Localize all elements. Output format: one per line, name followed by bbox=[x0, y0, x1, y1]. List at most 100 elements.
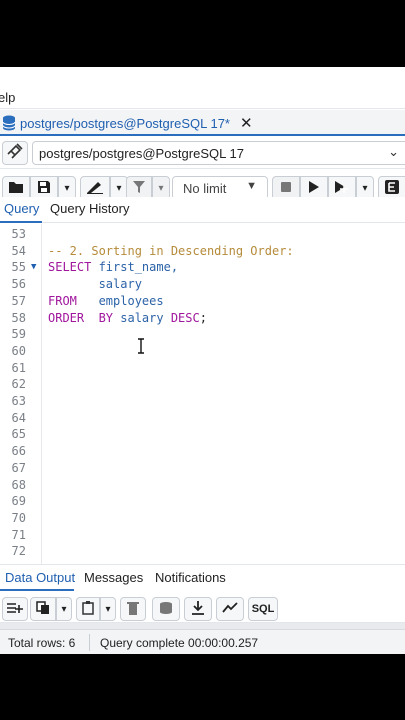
sql-button[interactable]: SQL bbox=[248, 597, 278, 621]
database-save-icon bbox=[159, 601, 173, 618]
tab-query[interactable]: Query bbox=[4, 201, 39, 216]
folder-icon bbox=[8, 180, 24, 197]
code-token: ; bbox=[199, 310, 207, 325]
connection-value: postgres/postgres@PostgreSQL 17 bbox=[39, 145, 244, 161]
line-number: 67 bbox=[11, 460, 26, 475]
line-number: 72 bbox=[11, 544, 26, 559]
code-token: -- 2. Sorting in Descending Order: bbox=[48, 243, 294, 258]
line-number: 56 bbox=[11, 277, 26, 292]
line-number: 62 bbox=[11, 377, 26, 392]
active-tab-indicator bbox=[0, 221, 42, 223]
code-token: ORDER BY bbox=[48, 310, 114, 325]
line-number: 58 bbox=[11, 310, 26, 325]
paste-options-button[interactable]: ▾ bbox=[100, 597, 116, 621]
editor-tabs: Query Query History bbox=[0, 197, 405, 223]
line-number: 65 bbox=[11, 427, 26, 442]
copy-button[interactable] bbox=[30, 597, 56, 621]
line-number: 55 bbox=[11, 260, 26, 275]
tab-messages[interactable]: Messages bbox=[84, 570, 143, 585]
download-icon bbox=[191, 600, 205, 618]
line-number: 64 bbox=[11, 410, 26, 425]
editor-line: 63 bbox=[0, 393, 405, 410]
line-number: 68 bbox=[11, 477, 26, 492]
tab-bar: postgres/postgres@PostgreSQL 17* ✕ bbox=[0, 110, 405, 136]
fold-toggle-icon[interactable]: ▼ bbox=[31, 259, 36, 276]
line-number: 54 bbox=[11, 243, 26, 258]
line-number: 57 bbox=[11, 293, 26, 308]
editor-line: 67 bbox=[0, 460, 405, 477]
code-text: SELECT first_name, bbox=[48, 259, 178, 276]
menu-help[interactable]: elp bbox=[0, 90, 15, 105]
save-data-button[interactable] bbox=[152, 597, 180, 621]
editor-line: 58 ORDER BY salary DESC; bbox=[0, 310, 405, 327]
tab-notifications[interactable]: Notifications bbox=[155, 570, 226, 585]
tab-query-tool[interactable]: postgres/postgres@PostgreSQL 17* ✕ bbox=[2, 110, 253, 136]
line-number: 63 bbox=[11, 394, 26, 408]
connection-select[interactable]: postgres/postgres@PostgreSQL 17 ⌄ bbox=[32, 141, 405, 165]
status-bar: Total rows: 6 Query complete 00:00:00.25… bbox=[0, 629, 405, 654]
status-separator bbox=[89, 634, 90, 651]
editor-line: 72 bbox=[0, 543, 405, 560]
trash-icon bbox=[127, 601, 139, 618]
line-number: 60 bbox=[11, 343, 26, 358]
editor-line: 59 bbox=[0, 326, 405, 343]
chevron-down-icon: ▾ bbox=[158, 182, 164, 194]
editor-line: 60 bbox=[0, 343, 405, 360]
editor-line: 54 -- 2. Sorting in Descending Order: bbox=[0, 243, 405, 260]
chevron-down-icon: ⌄ bbox=[388, 144, 399, 159]
chevron-down-icon: ▼ bbox=[246, 180, 257, 192]
chevron-down-icon: ▾ bbox=[105, 603, 111, 615]
filter-icon bbox=[132, 180, 146, 197]
limit-value: No limit bbox=[183, 180, 227, 196]
code-text: FROM employees bbox=[48, 293, 164, 310]
chevron-down-icon: ▾ bbox=[362, 182, 368, 194]
pgadmin-query-tool: elp postgres/postgres@PostgreSQL 17* ✕ p… bbox=[0, 67, 405, 654]
add-row-button[interactable] bbox=[2, 597, 28, 621]
chevron-down-icon: ▾ bbox=[116, 182, 122, 194]
editor-line: 55 ▼ SELECT first_name, bbox=[0, 259, 405, 276]
code-token: SELECT bbox=[48, 260, 92, 275]
code-token: salary bbox=[48, 277, 142, 292]
line-number: 66 bbox=[11, 444, 26, 459]
close-icon[interactable]: ✕ bbox=[240, 114, 253, 132]
connection-bar: postgres/postgres@PostgreSQL 17 ⌄ bbox=[0, 139, 405, 169]
add-row-icon bbox=[7, 602, 23, 617]
tab-data-output[interactable]: Data Output bbox=[5, 570, 75, 585]
output-tabs: Data Output Messages Notifications bbox=[0, 564, 405, 591]
chevron-down-icon: ▾ bbox=[61, 603, 67, 615]
copy-icon bbox=[36, 600, 50, 618]
sql-label: SQL bbox=[251, 603, 275, 615]
tab-query-history[interactable]: Query History bbox=[50, 201, 129, 216]
connection-status-button[interactable] bbox=[2, 141, 28, 165]
explain-icon bbox=[385, 179, 399, 197]
code-text: ORDER BY salary DESC; bbox=[48, 310, 207, 327]
play-script-icon bbox=[335, 180, 349, 196]
tab-title: postgres/postgres@PostgreSQL 17* bbox=[20, 115, 230, 131]
editor-line: 62 bbox=[0, 376, 405, 393]
save-icon bbox=[37, 180, 51, 197]
line-chart-icon bbox=[222, 601, 238, 617]
copy-options-button[interactable]: ▾ bbox=[56, 597, 72, 621]
text-cursor-icon bbox=[137, 338, 145, 354]
code-token: DESC bbox=[170, 310, 200, 325]
download-button[interactable] bbox=[184, 597, 212, 621]
paste-button[interactable] bbox=[76, 597, 100, 621]
code-token: FROM bbox=[48, 293, 77, 308]
query-status: Query complete 00:00:00.257 bbox=[100, 636, 259, 650]
editor-line: 53 bbox=[0, 226, 405, 243]
line-number: 69 bbox=[11, 494, 26, 509]
plug-icon bbox=[7, 142, 23, 164]
code-text: salary bbox=[48, 276, 142, 293]
output-toolbar: ▾ ▾ SQL bbox=[0, 593, 405, 623]
delete-button[interactable] bbox=[120, 597, 146, 621]
line-number: 71 bbox=[11, 527, 26, 542]
line-number: 70 bbox=[11, 510, 26, 525]
editor-line: 70 bbox=[0, 510, 405, 527]
graph-button[interactable] bbox=[216, 597, 244, 621]
play-icon bbox=[309, 180, 319, 196]
paste-icon bbox=[82, 600, 94, 618]
chevron-down-icon: ▾ bbox=[64, 182, 70, 194]
editor-line: 69 bbox=[0, 493, 405, 510]
line-number: 59 bbox=[11, 327, 26, 342]
sql-editor[interactable]: 53 54 -- 2. Sorting in Descending Order: 55… bbox=[0, 224, 405, 564]
